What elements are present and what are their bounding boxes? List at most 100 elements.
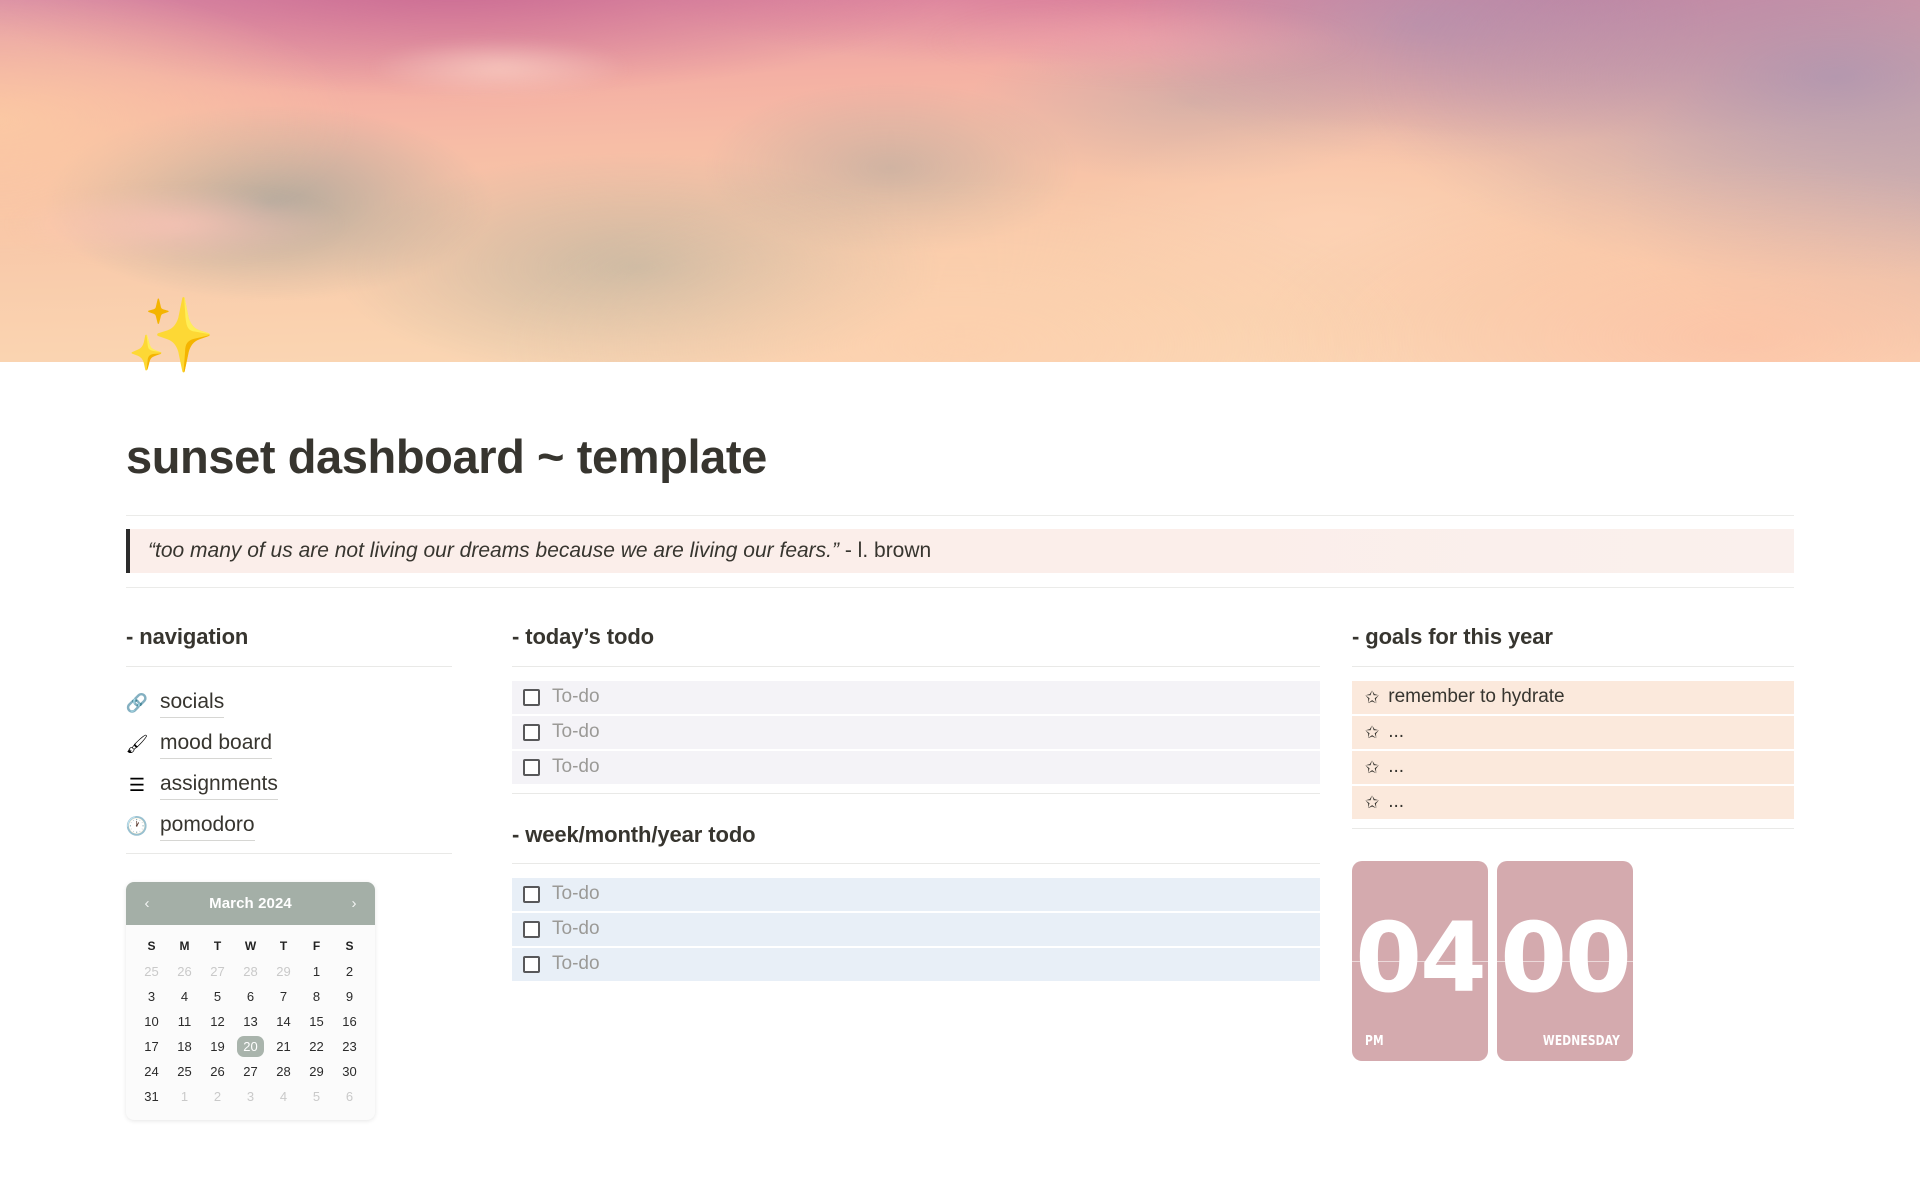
calendar-day-number: 15 (309, 1013, 324, 1029)
todo-item-label[interactable]: To-do (552, 686, 600, 709)
calendar-day[interactable]: 4 (267, 1085, 300, 1108)
calendar-day[interactable]: 3 (135, 985, 168, 1008)
calendar-day[interactable]: 9 (333, 985, 366, 1008)
calendar-day[interactable]: 13 (234, 1010, 267, 1033)
goal-item[interactable]: ✩ remember to hydrate (1352, 680, 1794, 714)
calendar-day-number: 26 (177, 963, 192, 979)
calendar-day[interactable]: 19 (201, 1035, 234, 1058)
cover-banner[interactable] (0, 0, 1920, 362)
calendar-day[interactable]: 2 (201, 1085, 234, 1108)
sidebar-item-assignments[interactable]: ☰ assignments (126, 765, 452, 806)
calendar-day[interactable]: 4 (168, 985, 201, 1008)
calendar-dow: F (312, 938, 321, 953)
todo-item-label[interactable]: To-do (552, 721, 600, 744)
calendar-day[interactable]: 21 (267, 1035, 300, 1058)
calendar-day[interactable]: 26 (201, 1060, 234, 1083)
page-title[interactable]: sunset dashboard ~ template (126, 362, 1794, 484)
sidebar-item-label[interactable]: socials (160, 689, 225, 718)
calendar-day[interactable]: 26 (168, 960, 201, 983)
calendar-day[interactable]: 28 (234, 960, 267, 983)
calendar-day[interactable]: 29 (267, 960, 300, 983)
calendar-day-today[interactable]: 20 (234, 1035, 267, 1058)
calendar-day[interactable]: 6 (234, 985, 267, 1008)
calendar-day[interactable]: 6 (333, 1085, 366, 1108)
calendar-day[interactable]: 15 (300, 1010, 333, 1033)
calendar-day-number: 19 (210, 1038, 225, 1054)
checkbox-icon[interactable] (523, 723, 540, 741)
flip-clock-widget[interactable]: 04 PM 00 WEDNESDAY (1352, 860, 1794, 1061)
calendar-day[interactable]: 12 (201, 1010, 234, 1033)
calendar-day-number: 2 (345, 963, 354, 979)
quote-callout[interactable]: “too many of us are not living our dream… (126, 529, 1794, 574)
calendar-day-number: 18 (177, 1038, 192, 1054)
next-month-button[interactable]: › (347, 896, 361, 911)
calendar-day-number: 27 (210, 963, 225, 979)
calendar-day[interactable]: 5 (201, 985, 234, 1008)
todo-item[interactable]: To-do (512, 750, 1320, 784)
calendar-day[interactable]: 25 (135, 960, 168, 983)
calendar-day[interactable]: 16 (333, 1010, 366, 1033)
calendar-day[interactable]: 3 (234, 1085, 267, 1108)
checkbox-icon[interactable] (523, 758, 540, 776)
calendar-day[interactable]: 29 (300, 1060, 333, 1083)
sidebar-item-mood-board[interactable]: 🖌 mood board (126, 724, 452, 765)
goal-item[interactable]: ✩ ... (1352, 785, 1794, 819)
calendar-day[interactable]: 22 (300, 1035, 333, 1058)
calendar-day[interactable]: 31 (135, 1085, 168, 1108)
goal-item-label[interactable]: remember to hydrate (1388, 686, 1564, 709)
calendar-day-number: 31 (144, 1088, 159, 1104)
todo-item-label[interactable]: To-do (552, 918, 600, 941)
calendar-day[interactable]: 11 (168, 1010, 201, 1033)
title-divider (126, 515, 1794, 517)
checkbox-icon[interactable] (523, 688, 540, 706)
calendar-day[interactable]: 1 (300, 960, 333, 983)
calendar-day-number: 6 (246, 988, 255, 1004)
goal-item-label[interactable]: ... (1388, 721, 1404, 744)
goal-item[interactable]: ✩ ... (1352, 715, 1794, 749)
calendar-day[interactable]: 18 (168, 1035, 201, 1058)
todo-item[interactable]: To-do (512, 878, 1320, 912)
todo-item-label[interactable]: To-do (552, 883, 600, 906)
calendar-day[interactable]: 25 (168, 1060, 201, 1083)
calendar-widget[interactable]: ‹ March 2024 › S M T W T F S 25 26 27 28 29 1… (126, 881, 375, 1120)
goal-item-label[interactable]: ... (1388, 756, 1404, 779)
calendar-day[interactable]: 30 (333, 1060, 366, 1083)
prev-month-button[interactable]: ‹ (140, 896, 154, 911)
quote-divider (126, 587, 1794, 589)
calendar-day-number: 30 (342, 1063, 357, 1079)
goal-item[interactable]: ✩ ... (1352, 750, 1794, 784)
checkbox-icon[interactable] (523, 886, 540, 904)
calendar-day[interactable]: 1 (168, 1085, 201, 1108)
todo-item[interactable]: To-do (512, 680, 1320, 714)
todo-item-label[interactable]: To-do (552, 756, 600, 779)
sidebar-item-label[interactable]: mood board (160, 730, 273, 759)
calendar-dow-row: S M T W T F S (135, 935, 366, 960)
calendar-day[interactable]: 27 (234, 1060, 267, 1083)
calendar-day[interactable]: 17 (135, 1035, 168, 1058)
todo-item[interactable]: To-do (512, 715, 1320, 749)
todo-item[interactable]: To-do (512, 913, 1320, 947)
calendar-day[interactable]: 8 (300, 985, 333, 1008)
calendar-day[interactable]: 2 (333, 960, 366, 983)
quote-author: - l. brown (839, 539, 932, 563)
checkbox-icon[interactable] (523, 921, 540, 939)
sidebar-item-label[interactable]: pomodoro (160, 812, 255, 841)
todo-item[interactable]: To-do (512, 948, 1320, 982)
calendar-day[interactable]: 27 (201, 960, 234, 983)
checkbox-icon[interactable] (523, 956, 540, 974)
calendar-day[interactable]: 28 (267, 1060, 300, 1083)
sidebar-item-label[interactable]: assignments (160, 771, 278, 800)
calendar-day[interactable]: 5 (300, 1085, 333, 1108)
calendar-day[interactable]: 7 (267, 985, 300, 1008)
calendar-day[interactable]: 14 (267, 1010, 300, 1033)
sparkles-icon[interactable]: ✨ (126, 300, 216, 372)
sidebar-item-socials[interactable]: 🔗 socials (126, 683, 452, 724)
calendar-dow: T (279, 938, 288, 953)
sidebar-item-pomodoro[interactable]: 🕐 pomodoro (126, 806, 452, 847)
calendar-day[interactable]: 10 (135, 1010, 168, 1033)
calendar-day[interactable]: 24 (135, 1060, 168, 1083)
calendar-day[interactable]: 23 (333, 1035, 366, 1058)
todo-item-label[interactable]: To-do (552, 953, 600, 976)
period-todo-rule (512, 863, 1320, 865)
goal-item-label[interactable]: ... (1388, 791, 1404, 814)
